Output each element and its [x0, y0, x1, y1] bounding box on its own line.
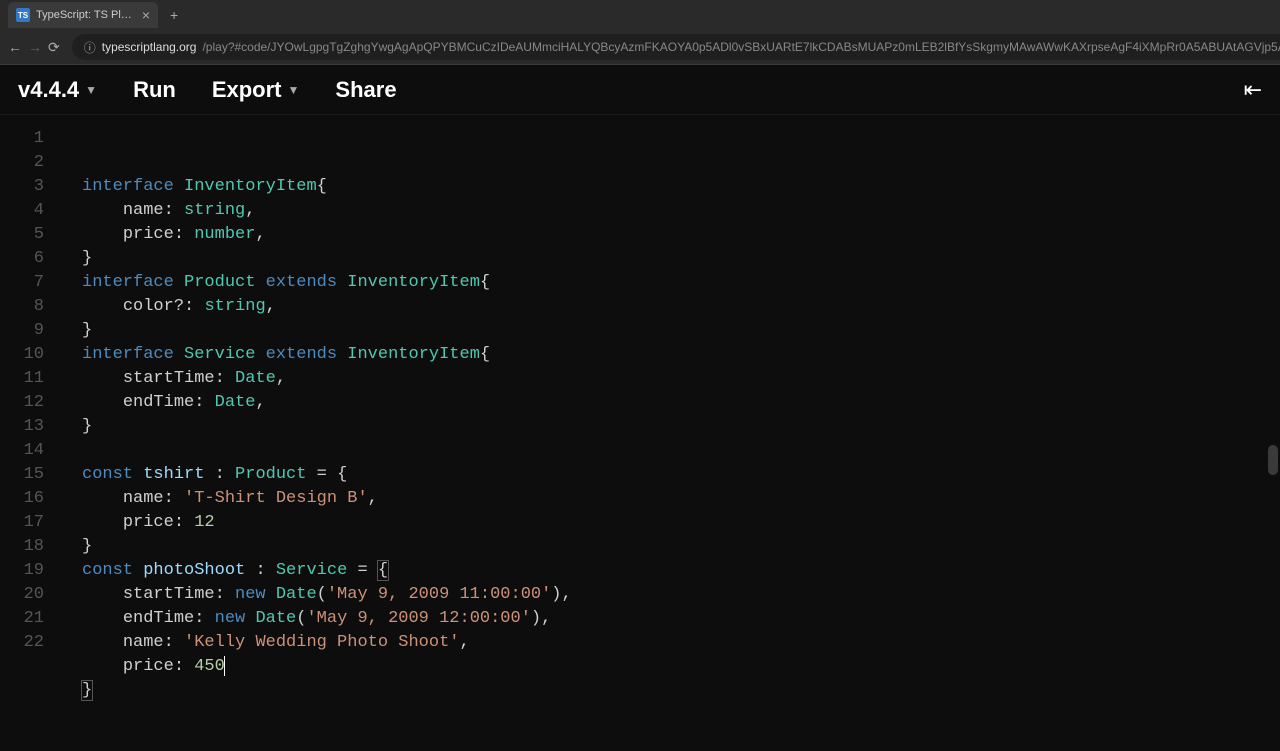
- address-bar[interactable]: ⓘ typescriptlang.org/play?#code/JYOwLgpg…: [72, 34, 1280, 60]
- new-tab-button[interactable]: +: [170, 7, 178, 23]
- close-icon[interactable]: ×: [142, 7, 150, 23]
- code-line[interactable]: interface Product extends InventoryItem{: [60, 271, 1280, 295]
- browser-chrome: TS TypeScript: TS Playground - A... × + …: [0, 0, 1280, 65]
- chevron-down-icon: ▼: [85, 83, 97, 97]
- code-line[interactable]: price: 450: [60, 655, 1280, 679]
- forward-button[interactable]: →: [28, 35, 42, 59]
- line-number: 20: [0, 583, 44, 607]
- code-line[interactable]: name: 'T-Shirt Design B',: [60, 487, 1280, 511]
- url-domain: typescriptlang.org: [102, 40, 197, 54]
- code-line[interactable]: endTime: Date,: [60, 391, 1280, 415]
- line-number: 4: [0, 199, 44, 223]
- export-button[interactable]: Export ▼: [212, 77, 300, 103]
- site-info-icon[interactable]: ⓘ: [84, 39, 96, 56]
- back-button[interactable]: ←: [8, 35, 22, 59]
- code-line[interactable]: interface Service extends InventoryItem{: [60, 343, 1280, 367]
- run-button[interactable]: Run: [133, 77, 176, 103]
- code-line[interactable]: [60, 439, 1280, 463]
- line-number: 15: [0, 463, 44, 487]
- code-line[interactable]: name: string,: [60, 199, 1280, 223]
- scrollbar[interactable]: [1266, 115, 1280, 721]
- chevron-down-icon: ▼: [288, 83, 300, 97]
- browser-tab[interactable]: TS TypeScript: TS Playground - A... ×: [8, 2, 158, 28]
- line-number: 12: [0, 391, 44, 415]
- playground-toolbar: v4.4.4 ▼ Run Export ▼ Share ⇤: [0, 65, 1280, 115]
- share-button[interactable]: Share: [335, 77, 396, 103]
- line-numbers-gutter: 12345678910111213141516171819202122: [0, 115, 60, 721]
- code-line[interactable]: startTime: new Date('May 9, 2009 11:00:0…: [60, 583, 1280, 607]
- line-number: 5: [0, 223, 44, 247]
- line-number: 14: [0, 439, 44, 463]
- line-number: 8: [0, 295, 44, 319]
- code-line[interactable]: }: [60, 679, 1280, 703]
- line-number: 7: [0, 271, 44, 295]
- export-label: Export: [212, 77, 282, 103]
- line-number: 6: [0, 247, 44, 271]
- line-number: 11: [0, 367, 44, 391]
- scrollbar-thumb[interactable]: [1268, 445, 1278, 475]
- url-path: /play?#code/JYOwLgpgTgZghgYwgAgApQPYBMCu…: [202, 40, 1280, 54]
- code-line[interactable]: interface InventoryItem{: [60, 175, 1280, 199]
- line-number: 17: [0, 511, 44, 535]
- code-line[interactable]: name: 'Kelly Wedding Photo Shoot',: [60, 631, 1280, 655]
- line-number: 16: [0, 487, 44, 511]
- line-number: 18: [0, 535, 44, 559]
- line-number: 10: [0, 343, 44, 367]
- collapse-panel-icon[interactable]: ⇤: [1244, 77, 1262, 103]
- code-line[interactable]: endTime: new Date('May 9, 2009 12:00:00'…: [60, 607, 1280, 631]
- code-line[interactable]: }: [60, 247, 1280, 271]
- line-number: 13: [0, 415, 44, 439]
- code-line[interactable]: const photoShoot : Service = {: [60, 559, 1280, 583]
- code-editor[interactable]: 12345678910111213141516171819202122 inte…: [0, 115, 1280, 721]
- line-number: 3: [0, 175, 44, 199]
- code-line[interactable]: }: [60, 415, 1280, 439]
- line-number: 1: [0, 127, 44, 151]
- typescript-icon: TS: [16, 8, 30, 22]
- tab-title: TypeScript: TS Playground - A...: [36, 9, 136, 21]
- code-line[interactable]: }: [60, 535, 1280, 559]
- line-number: 19: [0, 559, 44, 583]
- tab-bar: TS TypeScript: TS Playground - A... × +: [0, 0, 1280, 30]
- code-line[interactable]: color?: string,: [60, 295, 1280, 319]
- line-number: 21: [0, 607, 44, 631]
- code-line[interactable]: price: number,: [60, 223, 1280, 247]
- code-line[interactable]: price: 12: [60, 511, 1280, 535]
- code-line[interactable]: const tshirt : Product = {: [60, 463, 1280, 487]
- reload-button[interactable]: ⟳: [48, 35, 60, 59]
- version-selector[interactable]: v4.4.4 ▼: [18, 77, 97, 103]
- line-number: 22: [0, 631, 44, 655]
- code-area[interactable]: interface InventoryItem{ name: string, p…: [60, 115, 1280, 721]
- code-line[interactable]: startTime: Date,: [60, 367, 1280, 391]
- line-number: 9: [0, 319, 44, 343]
- line-number: 2: [0, 151, 44, 175]
- nav-bar: ← → ⟳ ⓘ typescriptlang.org/play?#code/JY…: [0, 30, 1280, 64]
- version-label: v4.4.4: [18, 77, 79, 103]
- code-line[interactable]: }: [60, 319, 1280, 343]
